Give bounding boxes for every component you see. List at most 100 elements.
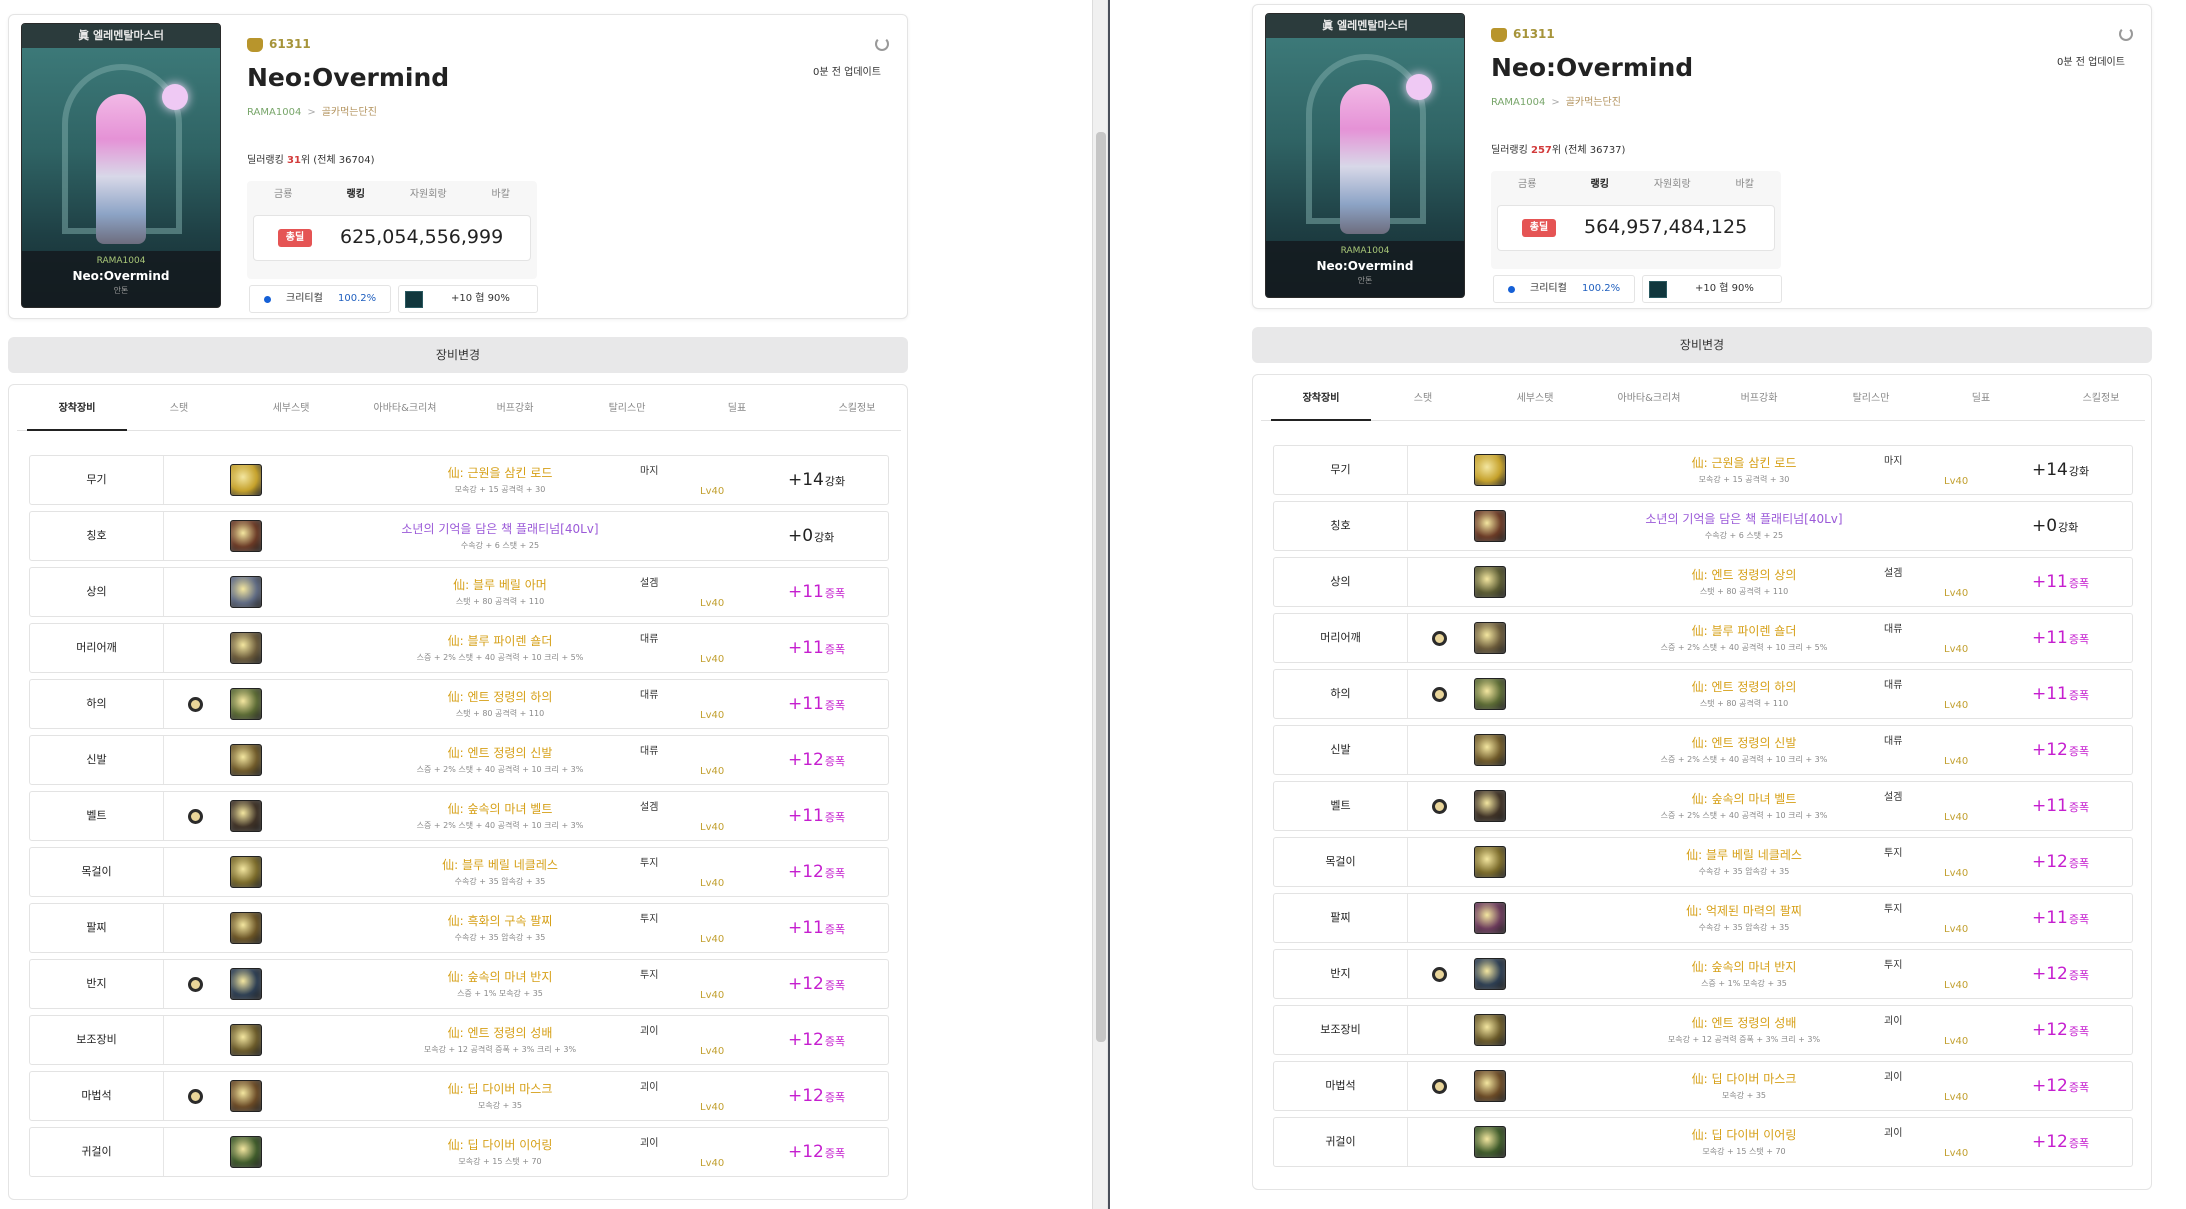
tab-item[interactable]: 스킬정보 xyxy=(807,399,907,429)
equipment-row[interactable]: 마법석 仙: 딥 다이버 마스크 모속강 + 35 괴이 Lv40 +12증폭 xyxy=(1273,1061,2133,1111)
item-icon[interactable] xyxy=(1474,566,1506,598)
item-name[interactable]: 仙: 숲속의 마녀 벨트 xyxy=(330,800,670,817)
equipment-row[interactable]: 하의 仙: 엔트 정령의 하의 스탯 + 80 공격력 + 110 대류 Lv40 +11… xyxy=(29,679,889,729)
item-name[interactable]: 仙: 엔트 정령의 신발 xyxy=(1574,734,1914,751)
tab-item[interactable]: 버프강화 xyxy=(465,399,565,429)
equipment-row[interactable]: 목걸이 仙: 블루 베릴 네클레스 수속강 + 35 암속강 + 35 투지 Lv40 +… xyxy=(1273,837,2133,887)
item-icon[interactable] xyxy=(230,464,262,496)
equipment-row[interactable]: 머리어깨 仙: 블루 파이렌 숄더 스증 + 2% 스탯 + 40 공격력 + 10… xyxy=(29,623,889,673)
breadcrumb-adventure[interactable]: RAMA1004 xyxy=(1491,97,1545,108)
equipment-row[interactable]: 반지 仙: 숲속의 마녀 반지 스증 + 1% 모속강 + 35 투지 Lv40 +12증… xyxy=(1273,949,2133,999)
equipment-row[interactable]: 상의 仙: 엔트 정령의 상의 스탯 + 80 공격력 + 110 설겜 Lv40 +11… xyxy=(1273,557,2133,607)
item-icon[interactable] xyxy=(230,856,262,888)
equipment-row[interactable]: 하의 仙: 엔트 정령의 하의 스탯 + 80 공격력 + 110 대류 Lv40 +11… xyxy=(1273,669,2133,719)
change-equipment-button[interactable]: 장비변경 xyxy=(1252,327,2152,363)
item-icon[interactable] xyxy=(1474,1126,1506,1158)
tab-item[interactable]: 세부스탯 xyxy=(241,399,341,429)
item-icon[interactable] xyxy=(230,1080,262,1112)
item-icon[interactable] xyxy=(230,1024,262,1056)
item-name[interactable]: 仙: 엔트 정령의 하의 xyxy=(1574,678,1914,695)
tab-equipment-active[interactable]: 장착장비 xyxy=(1271,389,1371,421)
stat-tab[interactable]: 자원회랑 xyxy=(1636,171,1709,199)
item-icon[interactable] xyxy=(230,576,262,608)
breadcrumb-guild[interactable]: 골카먹는단진 xyxy=(1566,97,1621,108)
tab-item[interactable]: 스탯 xyxy=(129,399,229,429)
item-name[interactable]: 仙: 숲속의 마녀 벨트 xyxy=(1574,790,1914,807)
tab-item[interactable]: 탈리스만 xyxy=(577,399,677,429)
item-name[interactable]: 仙: 흑화의 구속 팔찌 xyxy=(330,912,670,929)
item-icon[interactable] xyxy=(230,632,262,664)
item-icon[interactable] xyxy=(1474,958,1506,990)
stat-tab[interactable]: 금룡 xyxy=(247,181,320,209)
equipment-row[interactable]: 귀걸이 仙: 딥 다이버 이어링 모속강 + 15 스탯 + 70 괴이 Lv40 +12… xyxy=(29,1127,889,1177)
item-icon[interactable] xyxy=(1474,846,1506,878)
breadcrumb-guild[interactable]: 골카먹는단진 xyxy=(322,107,377,118)
tab-item[interactable]: 아바타&크리쳐 xyxy=(1599,389,1699,419)
item-name[interactable]: 仙: 엔트 정령의 신발 xyxy=(330,744,670,761)
item-name[interactable]: 仙: 엔트 정령의 성배 xyxy=(1574,1014,1914,1031)
equipment-row[interactable]: 마법석 仙: 딥 다이버 마스크 모속강 + 35 괴이 Lv40 +12증폭 xyxy=(29,1071,889,1121)
equipment-row[interactable]: 보조장비 仙: 엔트 정령의 성배 모속강 + 12 공격력 증폭 + 3% 크리 … xyxy=(29,1015,889,1065)
tab-item[interactable]: 딜표 xyxy=(687,399,787,429)
breadcrumb-adventure[interactable]: RAMA1004 xyxy=(247,107,301,118)
tab-item[interactable]: 딜표 xyxy=(1931,389,2031,419)
item-icon[interactable] xyxy=(1474,454,1506,486)
tab-item[interactable]: 아바타&크리쳐 xyxy=(355,399,455,429)
item-icon[interactable] xyxy=(1474,1014,1506,1046)
item-name[interactable]: 仙: 근원을 삼킨 로드 xyxy=(1574,454,1914,471)
equipment-row[interactable]: 칭호 소년의 기억을 담은 책 플래티넘[40Lv] 수속강 + 6 스탯 + 25… xyxy=(29,511,889,561)
item-name[interactable]: 仙: 숲속의 마녀 반지 xyxy=(330,968,670,985)
tab-item[interactable]: 탈리스만 xyxy=(1821,389,1921,419)
stat-tab[interactable]: 금룡 xyxy=(1491,171,1564,199)
equipment-row[interactable]: 칭호 소년의 기억을 담은 책 플래티넘[40Lv] 수속강 + 6 스탯 + 25… xyxy=(1273,501,2133,551)
equipment-row[interactable]: 팔찌 仙: 억제된 마력의 팔찌 수속강 + 35 암속강 + 35 투지 Lv40 +1… xyxy=(1273,893,2133,943)
equipment-row[interactable]: 반지 仙: 숲속의 마녀 반지 스증 + 1% 모속강 + 35 투지 Lv40 +12증… xyxy=(29,959,889,1009)
equipment-row[interactable]: 머리어깨 仙: 블루 파이렌 숄더 스증 + 2% 스탯 + 40 공격력 + 10… xyxy=(1273,613,2133,663)
tab-equipment-active[interactable]: 장착장비 xyxy=(27,399,127,431)
item-name[interactable]: 仙: 딥 다이버 이어링 xyxy=(330,1136,670,1153)
item-icon[interactable] xyxy=(230,912,262,944)
stat-tab[interactable]: 바칼 xyxy=(465,181,538,209)
item-name[interactable]: 仙: 근원을 삼킨 로드 xyxy=(330,464,670,481)
item-icon[interactable] xyxy=(1474,1070,1506,1102)
equipment-row[interactable]: 벨트 仙: 숲속의 마녀 벨트 스증 + 2% 스탯 + 40 공격력 + 10 크… xyxy=(29,791,889,841)
equipment-row[interactable]: 귀걸이 仙: 딥 다이버 이어링 모속강 + 15 스탯 + 70 괴이 Lv40 +12… xyxy=(1273,1117,2133,1167)
item-name[interactable]: 仙: 숲속의 마녀 반지 xyxy=(1574,958,1914,975)
tab-item[interactable]: 스탯 xyxy=(1373,389,1473,419)
item-name[interactable]: 仙: 억제된 마력의 팔찌 xyxy=(1574,902,1914,919)
equipment-row[interactable]: 무기 仙: 근원을 삼킨 로드 모속강 + 15 공격력 + 30 마지 Lv40 +14… xyxy=(1273,445,2133,495)
equipment-row[interactable]: 상의 仙: 블루 베릴 아머 스탯 + 80 공격력 + 110 설겜 Lv40 +11증… xyxy=(29,567,889,617)
change-equipment-button[interactable]: 장비변경 xyxy=(8,337,908,373)
refresh-icon[interactable] xyxy=(2119,27,2133,41)
equipment-row[interactable]: 신발 仙: 엔트 정령의 신발 스증 + 2% 스탯 + 40 공격력 + 10 크… xyxy=(29,735,889,785)
item-name[interactable]: 仙: 블루 베릴 네클레스 xyxy=(1574,846,1914,863)
item-name[interactable]: 仙: 엔트 정령의 하의 xyxy=(330,688,670,705)
item-name[interactable]: 仙: 딥 다이버 마스크 xyxy=(1574,1070,1914,1087)
item-name[interactable]: 仙: 블루 베릴 아머 xyxy=(330,576,670,593)
item-icon[interactable] xyxy=(1474,734,1506,766)
stat-tab[interactable]: 바칼 xyxy=(1709,171,1782,199)
item-icon[interactable] xyxy=(1474,790,1506,822)
item-icon[interactable] xyxy=(230,800,262,832)
tab-item[interactable]: 세부스탯 xyxy=(1485,389,1585,419)
item-icon[interactable] xyxy=(1474,510,1506,542)
item-icon[interactable] xyxy=(1474,622,1506,654)
refresh-icon[interactable] xyxy=(875,37,889,51)
item-name[interactable]: 仙: 블루 파이렌 숄더 xyxy=(1574,622,1914,639)
item-name[interactable]: 仙: 엔트 정령의 성배 xyxy=(330,1024,670,1041)
equipment-row[interactable]: 목걸이 仙: 블루 베릴 네클레스 수속강 + 35 암속강 + 35 투지 Lv40 +… xyxy=(29,847,889,897)
equipment-row[interactable]: 보조장비 仙: 엔트 정령의 성배 모속강 + 12 공격력 증폭 + 3% 크리 … xyxy=(1273,1005,2133,1055)
item-icon[interactable] xyxy=(1474,902,1506,934)
item-icon[interactable] xyxy=(230,1136,262,1168)
character-avatar[interactable]: 眞 엘레멘탈마스터 RAMA1004 Neo:Overmind 안톤 xyxy=(1265,13,1465,298)
equipment-row[interactable]: 팔찌 仙: 흑화의 구속 팔찌 수속강 + 35 암속강 + 35 투지 Lv40 +11… xyxy=(29,903,889,953)
equipment-row[interactable]: 신발 仙: 엔트 정령의 신발 스증 + 2% 스탯 + 40 공격력 + 10 크… xyxy=(1273,725,2133,775)
item-name[interactable]: 仙: 블루 파이렌 숄더 xyxy=(330,632,670,649)
item-name[interactable]: 仙: 엔트 정령의 상의 xyxy=(1574,566,1914,583)
stat-tab[interactable]: 자원회랑 xyxy=(392,181,465,209)
item-name[interactable]: 소년의 기억을 담은 책 플래티넘[40Lv] xyxy=(1574,510,1914,527)
item-icon[interactable] xyxy=(1474,678,1506,710)
item-name[interactable]: 仙: 딥 다이버 마스크 xyxy=(330,1080,670,1097)
item-icon[interactable] xyxy=(230,520,262,552)
item-name[interactable]: 仙: 딥 다이버 이어링 xyxy=(1574,1126,1914,1143)
